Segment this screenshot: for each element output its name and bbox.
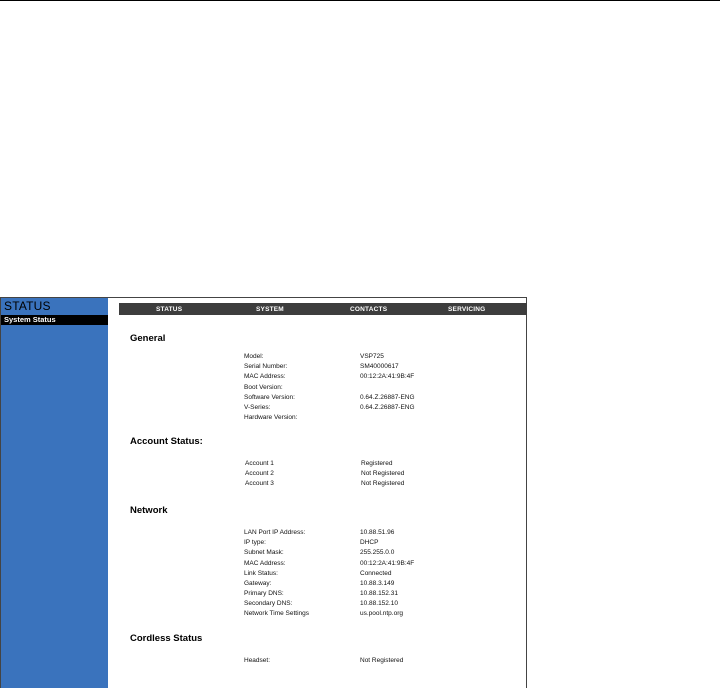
row-value: Connected [360,570,392,577]
account-row-3: Account 3 Not Registered [245,480,545,490]
sidebar-item-system-status[interactable]: System Status [1,315,108,325]
row-label: Boot Version: [244,384,283,391]
network-row-primary-dns: Primary DNS: 10.88.152.31 [244,590,544,600]
general-row-software: Software Version: 0.64.Z.26887-ENG [244,394,544,404]
row-label: Serial Number: [244,363,288,370]
network-row-subnet: Subnet Mask: 255.255.0.0 [244,549,544,559]
row-label: Headset: [244,657,271,664]
row-label: V-Series: [244,404,271,411]
row-label: MAC Address: [244,560,286,567]
cordless-row-headset: Headset: Not Registered [244,657,544,667]
row-label: Account 2 [245,470,274,477]
account-row-2: Account 2 Not Registered [245,470,545,480]
network-row-ip: LAN Port IP Address: 10.88.51.96 [244,529,544,539]
sidebar-title: STATUS [4,299,51,313]
account-row-1: Account 1 Registered [245,460,545,470]
row-value: 10.88.51.96 [360,529,395,536]
network-row-secondary-dns: Secondary DNS: 10.88.152.10 [244,600,544,610]
section-account-title: Account Status: [130,436,203,447]
row-label: IP type: [244,539,266,546]
sidebar: STATUS System Status [1,298,108,688]
row-label: Account 3 [245,480,274,487]
row-value: 00:12:2A:41:9B:4F [360,560,415,567]
tab-status[interactable]: STATUS [156,306,182,313]
general-row-serial: Serial Number: SM40000617 [244,363,544,373]
row-label: Primary DNS: [244,590,284,597]
section-cordless-title: Cordless Status [130,633,203,644]
general-row-hardware: Hardware Version: [244,414,544,424]
general-row-boot: Boot Version: [244,384,544,394]
general-row-model: Model: VSP725 [244,353,544,363]
row-value: 0.64.Z.26887-ENG [360,394,415,401]
row-value: 0.64.Z.26887-ENG [360,404,415,411]
section-general-title: General [130,333,166,344]
row-label: Link Status: [244,570,278,577]
row-label: Account 1 [245,460,274,467]
row-label: Secondary DNS: [244,600,293,607]
row-value: 10.88.152.10 [360,600,398,607]
row-value: SM40000617 [360,363,399,370]
network-row-ntp: Network Time Settings us.pool.ntp.org [244,610,544,620]
row-label: Model: [244,353,264,360]
row-value: 10.88.3.149 [360,580,395,587]
general-row-vseries: V-Series: 0.64.Z.26887-ENG [244,404,544,414]
row-value: 255.255.0.0 [360,549,395,556]
row-label: LAN Port IP Address: [244,529,306,536]
top-divider [0,0,720,1]
row-label: MAC Address: [244,373,286,380]
row-value: VSP725 [360,353,384,360]
web-ui-frame: STATUS System Status STATUS SYSTEM CONTA… [0,297,527,688]
network-row-mac: MAC Address: 00:12:2A:41:9B:4F [244,560,544,570]
row-label: Network Time Settings [244,610,310,617]
row-value: 00:12:2A:41:9B:4F [360,373,415,380]
network-row-link: Link Status: Connected [244,570,544,580]
row-value: Not Registered [361,480,405,487]
row-value: 10.88.152.31 [360,590,398,597]
tab-contacts[interactable]: CONTACTS [350,306,387,313]
row-label: Software Version: [244,394,295,401]
row-label: Subnet Mask: [244,549,284,556]
row-value: Registered [361,460,393,467]
section-network-title: Network [130,505,168,516]
general-row-mac: MAC Address: 00:12:2A:41:9B:4F [244,373,544,383]
tab-system[interactable]: SYSTEM [256,306,284,313]
row-value: DHCP [360,539,379,546]
row-value: Not Registered [361,470,405,477]
tab-servicing[interactable]: SERVICING [448,306,485,313]
network-row-iptype: IP type: DHCP [244,539,544,549]
row-label: Hardware Version: [244,414,298,421]
row-value: us.pool.ntp.org [360,610,404,617]
row-label: Gateway: [244,580,272,587]
network-row-gateway: Gateway: 10.88.3.149 [244,580,544,590]
top-nav-bar: STATUS SYSTEM CONTACTS SERVICING [119,303,527,315]
row-value: Not Registered [360,657,404,664]
